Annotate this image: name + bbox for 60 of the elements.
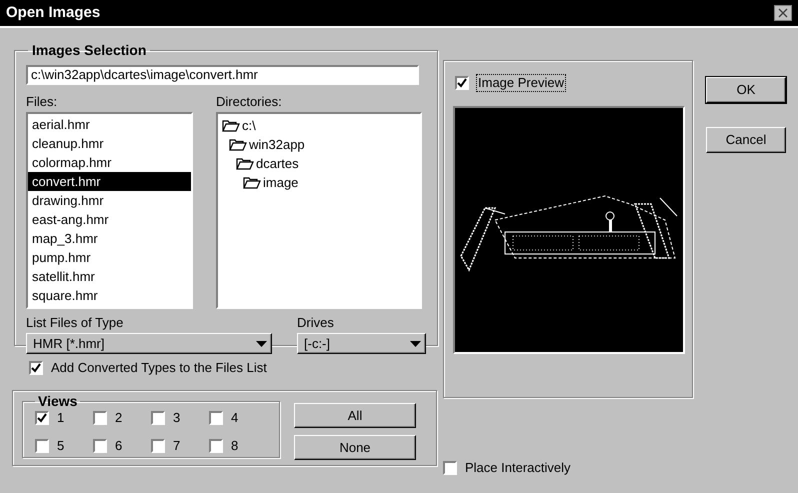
dialog-button[interactable]: None — [294, 435, 416, 460]
dropdown-arrow-icon — [256, 340, 267, 346]
directory-item[interactable]: image — [263, 172, 298, 192]
checkbox[interactable] — [93, 411, 107, 425]
checkbox[interactable] — [455, 76, 469, 90]
drives-label: Drives — [297, 315, 335, 331]
folder-icon — [229, 138, 247, 151]
view-label: 3 — [173, 410, 180, 426]
view-label: 5 — [57, 438, 64, 454]
directory-item[interactable]: win32app — [249, 134, 305, 154]
dropdown-arrow-icon — [410, 340, 421, 346]
file-item[interactable]: pump.hmr — [28, 248, 191, 267]
checkbox[interactable] — [35, 411, 49, 425]
file-item[interactable]: colormap.hmr — [28, 153, 191, 172]
folder-icon — [222, 119, 240, 132]
checkbox[interactable] — [443, 461, 457, 475]
checkbox[interactable] — [93, 439, 107, 453]
dialog-button[interactable]: All — [294, 403, 416, 428]
view-label: 7 — [173, 438, 180, 454]
file-type-label: List Files of Type — [26, 315, 124, 331]
file-item[interactable]: satellit.hmr — [28, 267, 191, 286]
dropdown[interactable]: [-c:-] — [297, 333, 426, 354]
view-label: 1 — [57, 410, 64, 426]
dropdown[interactable]: HMR [*.hmr] — [26, 333, 272, 354]
group-title: Views — [37, 394, 78, 408]
directories-label: Directories: — [216, 93, 283, 111]
checkbox-label: Add Converted Types to the Files List — [51, 360, 267, 376]
view-label: 2 — [115, 410, 122, 426]
close-button[interactable] — [774, 5, 792, 21]
checkbox[interactable] — [35, 439, 49, 453]
file-item[interactable]: drawing.hmr — [28, 191, 191, 210]
view-label: 4 — [231, 410, 238, 426]
files-label: Files: — [26, 93, 58, 111]
folder-icon — [236, 157, 254, 170]
view-label: 6 — [115, 438, 122, 454]
dialog-button[interactable]: Cancel — [706, 127, 786, 153]
directories-list[interactable]: c:\ win32app dcartes image — [216, 112, 422, 309]
path-field[interactable]: c:\win32app\dcartes\image\convert.hmr — [26, 64, 419, 84]
directory-item[interactable]: dcartes — [256, 154, 299, 174]
file-item[interactable]: square.hmr — [28, 286, 191, 305]
checkbox-label: Place Interactively — [465, 460, 570, 476]
file-item[interactable]: convert.hmr — [28, 172, 191, 191]
checkbox[interactable] — [151, 439, 165, 453]
folder-icon — [243, 176, 261, 189]
directory-item[interactable]: c:\ — [242, 116, 256, 136]
checkbox-label: Image Preview — [477, 75, 565, 91]
file-item[interactable]: east-ang.hmr — [28, 210, 191, 229]
close-icon — [778, 8, 788, 18]
window-title: Open Images — [6, 2, 100, 23]
dialog-button[interactable]: OK — [706, 77, 786, 103]
group-title: Images Selection — [31, 41, 148, 60]
files-list[interactable]: aerial.hmr cleanup.hmr colormap.hmr convert.hmr drawing.hmr east-ang.hmr map_3.hmr pump.hmr satellit.hmr square.hmr — [26, 112, 193, 309]
checkbox[interactable] — [151, 411, 165, 425]
file-item[interactable]: aerial.hmr — [28, 115, 191, 134]
checkbox[interactable] — [209, 439, 223, 453]
checkbox[interactable] — [209, 411, 223, 425]
file-item[interactable]: map_3.hmr — [28, 229, 191, 248]
file-item[interactable]: cleanup.hmr — [28, 134, 191, 153]
checkbox[interactable] — [29, 361, 43, 375]
view-label: 8 — [231, 438, 238, 454]
